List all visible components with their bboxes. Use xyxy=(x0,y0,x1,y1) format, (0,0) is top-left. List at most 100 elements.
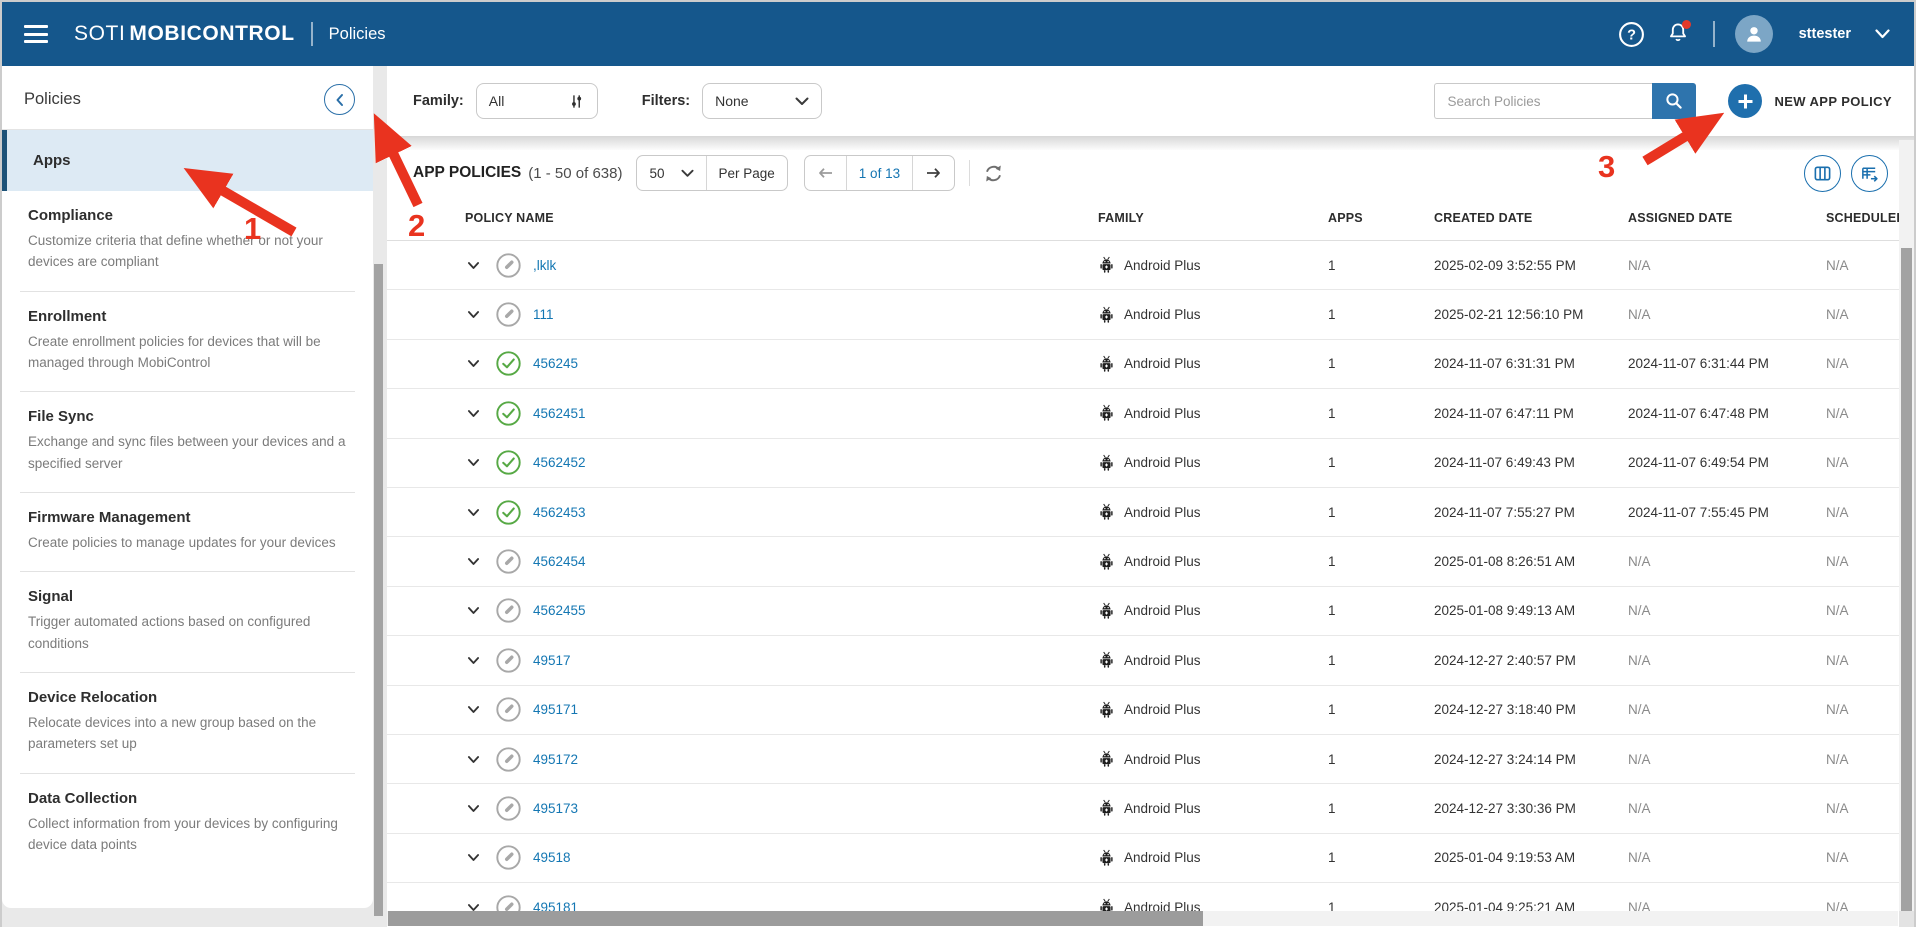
sidebar-item-firmware-management[interactable]: Firmware Management Create policies to m… xyxy=(20,492,355,571)
horizontal-scrollbar-thumb[interactable] xyxy=(388,911,1203,926)
row-expand-chevron-icon[interactable] xyxy=(465,504,482,521)
row-expand-chevron-icon[interactable] xyxy=(465,454,482,471)
column-header-family[interactable]: FAMILY xyxy=(1098,211,1328,225)
menu-icon[interactable] xyxy=(24,25,48,43)
vertical-scrollbar-thumb[interactable] xyxy=(1901,248,1912,927)
sidebar-item-data-collection[interactable]: Data Collection Collect information from… xyxy=(20,773,355,874)
per-page-select[interactable]: 50 xyxy=(637,156,705,190)
table-row[interactable]: 495173 Android Plus 1 2024-12-27 3:30:36… xyxy=(387,784,1914,833)
page-indicator[interactable]: 1 of 13 xyxy=(846,156,912,190)
username[interactable]: sttester xyxy=(1799,26,1851,42)
published-status-icon xyxy=(495,499,522,526)
help-button[interactable]: ? xyxy=(1617,19,1647,49)
vertical-scrollbar[interactable] xyxy=(1899,140,1914,927)
user-menu-chevron-icon[interactable] xyxy=(1875,29,1890,39)
policy-name-link[interactable]: 495171 xyxy=(533,702,578,717)
policy-name-link[interactable]: 4562453 xyxy=(533,505,586,520)
apps-count: 1 xyxy=(1328,653,1434,668)
horizontal-scrollbar[interactable] xyxy=(387,911,1898,926)
table-row[interactable]: 456245 Android Plus 1 2024-11-07 6:31:31… xyxy=(387,340,1914,389)
sidebar-item-description: Create enrollment policies for devices t… xyxy=(28,331,347,374)
table-row[interactable]: 4562453 Android Plus 1 2024-11-07 7:55:2… xyxy=(387,488,1914,537)
row-expand-chevron-icon[interactable] xyxy=(465,405,482,422)
policy-name-link[interactable]: 4562452 xyxy=(533,455,586,470)
policy-name-link[interactable]: 4562451 xyxy=(533,406,586,421)
sidebar-item-enrollment[interactable]: Enrollment Create enrollment policies fo… xyxy=(20,291,355,392)
android-plus-icon xyxy=(1098,404,1115,422)
chevron-left-icon xyxy=(333,93,347,107)
row-expand-chevron-icon[interactable] xyxy=(465,751,482,768)
table-row[interactable]: 495172 Android Plus 1 2024-12-27 3:24:14… xyxy=(387,735,1914,784)
draft-status-icon xyxy=(495,647,522,674)
policy-name-link[interactable]: 4562454 xyxy=(533,554,586,569)
table-row[interactable]: 4562452 Android Plus 1 2024-11-07 6:49:4… xyxy=(387,439,1914,488)
user-icon xyxy=(1742,22,1766,46)
sidebar-item-compliance[interactable]: Compliance Customize criteria that defin… xyxy=(20,191,355,291)
column-header-apps[interactable]: APPS xyxy=(1328,211,1434,225)
sidebar-item-label: Data Collection xyxy=(28,790,347,807)
created-date: 2025-01-04 9:19:53 AM xyxy=(1434,850,1628,865)
table-row[interactable]: 4562455 Android Plus 1 2025-01-08 9:49:1… xyxy=(387,587,1914,636)
search-button[interactable] xyxy=(1652,83,1696,119)
policy-name-link[interactable]: ,lklk xyxy=(533,258,556,273)
family-dropdown[interactable]: All xyxy=(476,83,598,119)
divider xyxy=(969,160,970,186)
table-row[interactable]: 49517 Android Plus 1 2024-12-27 2:40:57 … xyxy=(387,636,1914,685)
policy-name-link[interactable]: 49518 xyxy=(533,850,571,865)
row-expand-chevron-icon[interactable] xyxy=(465,355,482,372)
policy-name-link[interactable]: 4562455 xyxy=(533,603,586,618)
row-expand-chevron-icon[interactable] xyxy=(465,553,482,570)
next-page-button[interactable] xyxy=(912,156,954,190)
row-expand-chevron-icon[interactable] xyxy=(465,257,482,274)
row-expand-chevron-icon[interactable] xyxy=(465,849,482,866)
row-expand-chevron-icon[interactable] xyxy=(465,602,482,619)
row-expand-chevron-icon[interactable] xyxy=(465,652,482,669)
policy-name-link[interactable]: 456245 xyxy=(533,356,578,371)
table-row[interactable]: 4562451 Android Plus 1 2024-11-07 6:47:1… xyxy=(387,389,1914,438)
sidebar-item-apps[interactable]: Apps xyxy=(2,130,373,191)
table-row[interactable]: ,lklk Android Plus 1 2025-02-09 3:52:55 … xyxy=(387,241,1914,290)
sidebar-item-file-sync[interactable]: File Sync Exchange and sync files betwee… xyxy=(20,391,355,492)
table-row[interactable]: 4562454 Android Plus 1 2025-01-08 8:26:5… xyxy=(387,537,1914,586)
android-plus-icon xyxy=(1098,553,1115,571)
family-value: Android Plus xyxy=(1124,455,1201,470)
per-page-group: 50 Per Page xyxy=(636,155,787,191)
policy-name-link[interactable]: 495172 xyxy=(533,752,578,767)
policy-name-link[interactable]: 495173 xyxy=(533,801,578,816)
draft-status-icon xyxy=(495,795,522,822)
column-header-policy-name[interactable]: POLICY NAME xyxy=(465,211,1098,225)
new-app-policy-button[interactable]: NEW APP POLICY xyxy=(1728,84,1892,118)
apps-count: 1 xyxy=(1328,307,1434,322)
page-title: Policies xyxy=(329,25,386,44)
apps-count: 1 xyxy=(1328,505,1434,520)
android-plus-icon xyxy=(1098,256,1115,274)
previous-page-button[interactable] xyxy=(805,156,846,190)
sidebar-scrollbar[interactable] xyxy=(374,264,383,916)
avatar[interactable] xyxy=(1735,15,1773,53)
sidebar-collapse-button[interactable] xyxy=(324,84,355,115)
filters-dropdown[interactable]: None xyxy=(702,83,822,119)
row-expand-chevron-icon[interactable] xyxy=(465,701,482,718)
column-header-created-date[interactable]: CREATED DATE xyxy=(1434,211,1628,225)
refresh-button[interactable] xyxy=(982,162,1005,185)
sidebar-item-device-relocation[interactable]: Device Relocation Relocate devices into … xyxy=(20,672,355,773)
column-header-assigned-date[interactable]: ASSIGNED DATE xyxy=(1628,211,1826,225)
new-app-policy-label: NEW APP POLICY xyxy=(1774,94,1892,109)
sliders-icon xyxy=(568,93,585,110)
search-input[interactable] xyxy=(1434,83,1652,119)
policy-name-link[interactable]: 49517 xyxy=(533,653,571,668)
table-row[interactable]: 495171 Android Plus 1 2024-12-27 3:18:40… xyxy=(387,686,1914,735)
row-expand-chevron-icon[interactable] xyxy=(465,306,482,323)
export-button[interactable] xyxy=(1851,155,1888,192)
policy-name-link[interactable]: 111 xyxy=(533,307,554,322)
row-expand-chevron-icon[interactable] xyxy=(465,800,482,817)
apps-count: 1 xyxy=(1328,554,1434,569)
table-row[interactable]: 111 Android Plus 1 2025-02-21 12:56:10 P… xyxy=(387,290,1914,339)
list-count: (1 - 50 of 638) xyxy=(528,165,622,182)
column-settings-button[interactable] xyxy=(1804,155,1841,192)
table-row[interactable]: 49518 Android Plus 1 2025-01-04 9:19:53 … xyxy=(387,834,1914,883)
sidebar-item-signal[interactable]: Signal Trigger automated actions based o… xyxy=(20,571,355,672)
sidebar-item-label: Firmware Management xyxy=(28,509,347,526)
sidebar-item-label: Compliance xyxy=(28,207,347,224)
notifications-button[interactable] xyxy=(1663,19,1693,49)
